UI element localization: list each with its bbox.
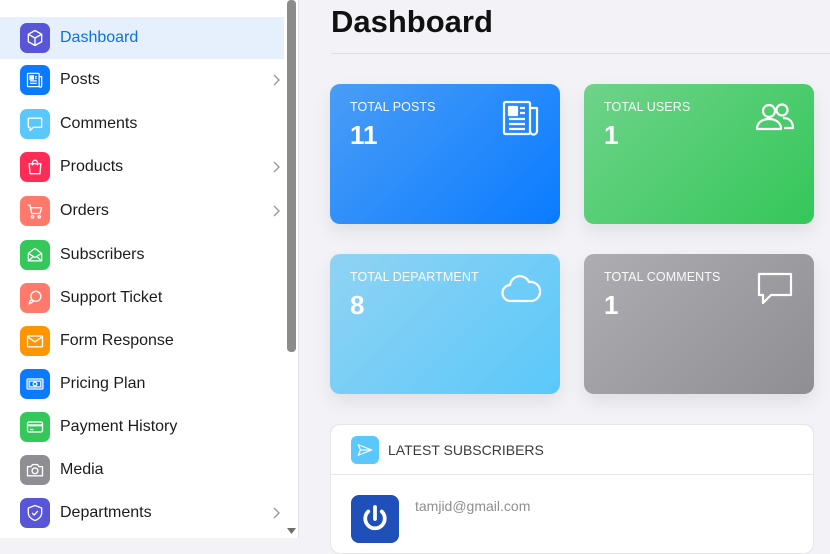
sidebar-item-subscribers[interactable]: Subscribers (0, 234, 284, 276)
sidebar-item-form-response[interactable]: Form Response (0, 320, 284, 362)
page-title: Dashboard (331, 4, 493, 39)
envelope-icon (20, 326, 50, 356)
title-divider (331, 53, 830, 54)
stat-value: 11 (350, 120, 378, 150)
chat-bubble-icon (757, 272, 793, 305)
sidebar-item-label: Departments (60, 504, 152, 521)
shield-check-icon (20, 498, 50, 528)
chevron-right-icon (273, 74, 280, 86)
chevron-right-icon (273, 205, 280, 217)
sidebar-item-departments[interactable]: Departments (0, 492, 284, 534)
sidebar-item-posts[interactable]: Posts (0, 59, 284, 101)
sidebar-item-pricing-plan[interactable]: Pricing Plan (0, 363, 284, 405)
cloud-icon (501, 275, 542, 303)
sidebar: Dashboard Posts Comments Products Orders… (0, 0, 299, 538)
sidebar-item-orders[interactable]: Orders (0, 190, 284, 232)
cart-icon (20, 196, 50, 226)
latest-subscribers-panel: LATEST SUBSCRIBERS tamjid@gmail.com (330, 424, 814, 554)
sidebar-item-label: Support Ticket (60, 289, 163, 306)
sidebar-item-media[interactable]: Media (0, 449, 284, 491)
newspaper-icon (502, 100, 539, 136)
chevron-right-icon (273, 161, 280, 173)
total-posts-card[interactable]: TOTAL POSTS 11 (330, 84, 560, 224)
cube-icon (20, 23, 50, 53)
stat-value: 1 (604, 120, 619, 150)
chat-bubble-icon (20, 109, 50, 139)
sidebar-item-label: Products (60, 158, 124, 175)
stat-value: 8 (350, 290, 365, 320)
stat-label: TOTAL COMMENTS (604, 270, 721, 284)
credit-card-icon (20, 412, 50, 442)
chevron-right-icon (273, 507, 280, 519)
scroll-down-arrow-icon[interactable] (286, 526, 297, 536)
sidebar-item-label: Payment History (60, 418, 178, 435)
support-bubble-icon (20, 283, 50, 313)
mail-open-icon (20, 240, 50, 270)
paper-plane-icon (351, 436, 379, 464)
camera-icon (20, 455, 50, 485)
subscriber-email[interactable]: tamjid@gmail.com (415, 498, 530, 514)
power-icon (363, 505, 387, 531)
sidebar-item-products[interactable]: Products (0, 146, 284, 188)
sidebar-item-label: Media (60, 461, 104, 478)
stat-label: TOTAL DEPARTMENT (350, 270, 479, 284)
sidebar-item-label: Dashboard (60, 29, 139, 46)
sidebar-item-comments[interactable]: Comments (0, 103, 284, 145)
sidebar-item-label: Orders (60, 202, 109, 219)
stat-value: 1 (604, 290, 619, 320)
sidebar-item-label: Posts (60, 71, 101, 88)
sidebar-item-label: Form Response (60, 332, 174, 349)
sidebar-scrollbar-thumb[interactable] (287, 0, 296, 352)
sidebar-item-label: Comments (60, 115, 138, 132)
panel-divider (331, 474, 813, 475)
users-icon (755, 103, 795, 131)
total-department-card[interactable]: TOTAL DEPARTMENT 8 (330, 254, 560, 394)
stat-label: TOTAL USERS (604, 100, 691, 114)
stat-label: TOTAL POSTS (350, 100, 436, 114)
avatar (351, 495, 399, 543)
sidebar-item-dashboard[interactable]: Dashboard (0, 17, 284, 59)
money-icon (20, 369, 50, 399)
panel-title: LATEST SUBSCRIBERS (388, 442, 544, 458)
total-users-card[interactable]: TOTAL USERS 1 (584, 84, 814, 224)
sidebar-item-label: Subscribers (60, 246, 145, 263)
sidebar-item-support-ticket[interactable]: Support Ticket (0, 277, 284, 319)
sidebar-item-label: Pricing Plan (60, 375, 146, 392)
sidebar-item-payment-history[interactable]: Payment History (0, 406, 284, 448)
total-comments-card[interactable]: TOTAL COMMENTS 1 (584, 254, 814, 394)
newspaper-icon (20, 65, 50, 95)
shopping-bag-icon (20, 152, 50, 182)
